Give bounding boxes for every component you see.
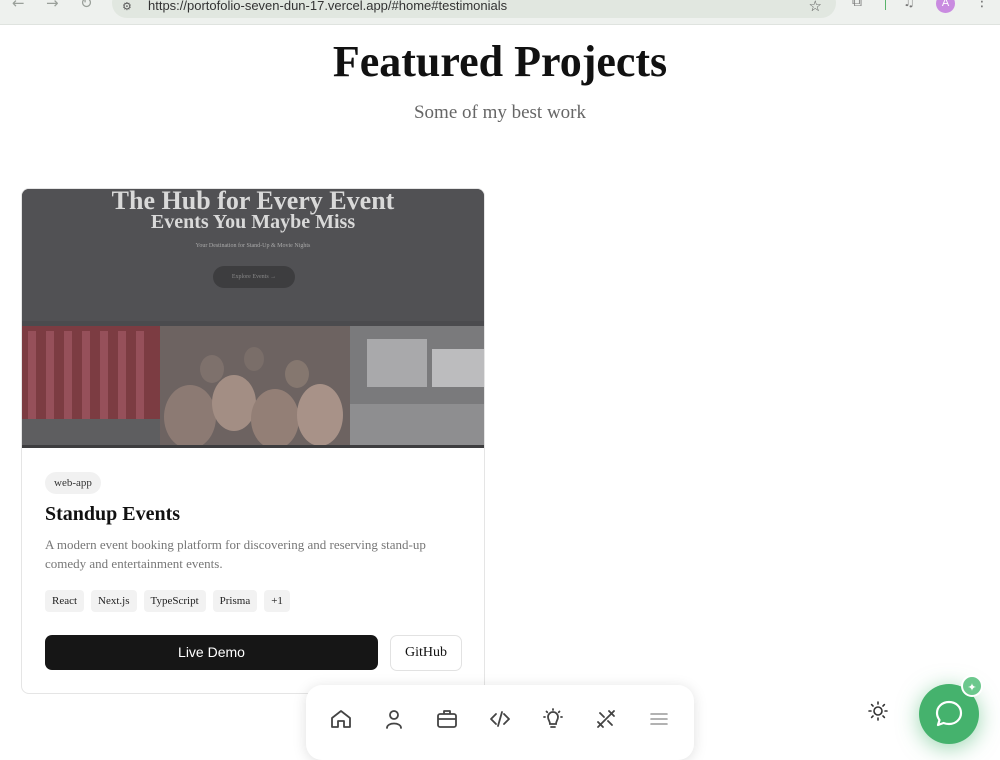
tech-tag: Next.js	[91, 590, 137, 612]
thumbnail-heading-2: Events You Maybe Miss	[150, 211, 356, 233]
tools-icon[interactable]	[594, 707, 618, 731]
bottom-dock	[306, 685, 694, 760]
url-text[interactable]: https://portofolio-seven-dun-17.vercel.a…	[148, 0, 507, 13]
live-demo-button[interactable]: Live Demo	[45, 635, 378, 670]
project-title: Standup Events	[45, 503, 181, 525]
chat-bubble-icon	[935, 700, 963, 727]
menu-dots-icon[interactable]: ⋮	[975, 0, 989, 10]
section-subtitle: Some of my best work	[413, 102, 587, 123]
profile-avatar[interactable]: A	[936, 0, 955, 13]
tech-tag: Prisma	[212, 590, 258, 612]
sun-icon[interactable]	[866, 699, 890, 723]
category-badge: web-app	[45, 472, 101, 494]
sparkle-icon: ✦	[961, 675, 983, 697]
project-description: A modern event booking platform for disc…	[45, 537, 426, 571]
project-thumbnail: The Hub for Every Event Events You Maybe…	[22, 189, 484, 448]
thumbnail-explore-button: Explore Events →	[213, 266, 295, 288]
site-info-icon[interactable]: ⚙	[122, 0, 132, 13]
lightbulb-icon[interactable]	[541, 707, 565, 731]
reload-icon[interactable]: ↻	[80, 0, 93, 12]
toolbar-divider	[885, 0, 886, 10]
project-card: The Hub for Every Event Events You Maybe…	[21, 188, 485, 694]
section-title: Featured Projects	[332, 37, 668, 86]
browser-toolbar: ← → ↻ ⚙ https://portofolio-seven-dun-17.…	[0, 0, 1000, 25]
tech-tags: React Next.js TypeScript Prisma +1	[45, 590, 290, 612]
back-icon[interactable]: ←	[12, 0, 25, 12]
github-button[interactable]: GitHub	[390, 635, 462, 671]
bookmark-star-icon[interactable]: ☆	[809, 0, 822, 15]
forward-icon[interactable]: →	[46, 0, 59, 12]
tech-tag-more[interactable]: +1	[264, 590, 290, 612]
user-icon[interactable]	[382, 707, 406, 731]
extensions-icon[interactable]: ⧉	[852, 0, 862, 10]
code-icon[interactable]	[488, 707, 512, 731]
address-bar[interactable]: ⚙ https://portofolio-seven-dun-17.vercel…	[112, 0, 836, 18]
thumbnail-tagline: Your Destination for Stand-Up & Movie Ni…	[195, 243, 311, 249]
media-icon[interactable]: ♫	[903, 0, 915, 10]
tech-tag: React	[45, 590, 85, 612]
briefcase-icon[interactable]	[435, 707, 459, 731]
tech-tag: TypeScript	[143, 590, 206, 612]
menu-icon[interactable]	[647, 707, 671, 731]
home-icon[interactable]	[329, 707, 353, 731]
